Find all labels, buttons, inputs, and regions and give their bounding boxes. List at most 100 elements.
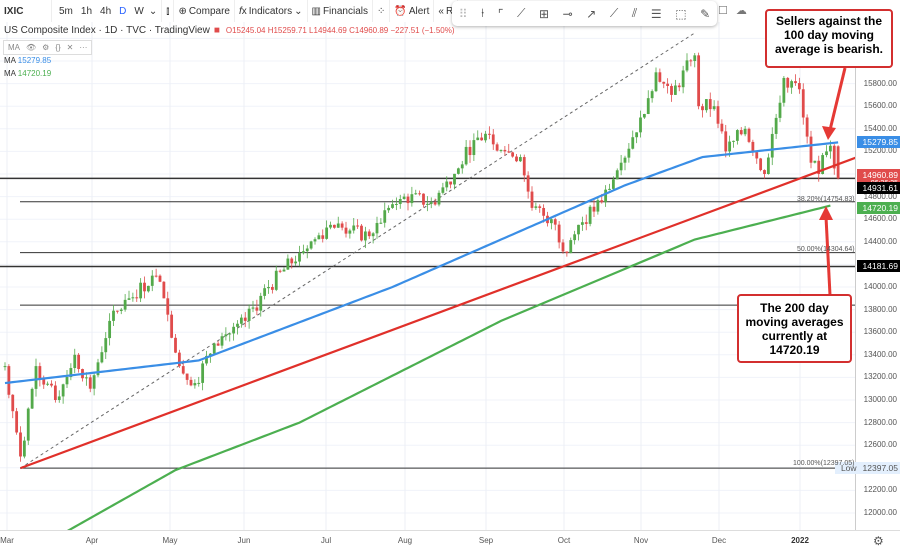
candle-down: [747, 128, 751, 142]
candle-up: [623, 157, 627, 163]
indicators-button[interactable]: fx Indicators ⌄: [235, 0, 308, 22]
callout-icon[interactable]: ⌜: [498, 7, 504, 21]
candle-up: [65, 377, 69, 385]
vertical-line-icon[interactable]: ⍿: [481, 6, 484, 21]
candle-up: [259, 295, 263, 311]
arrow-to-ma100: [828, 67, 847, 131]
candle-type-icon[interactable]: ⫾: [162, 0, 175, 22]
candle-up: [646, 98, 650, 114]
candle-up: [460, 164, 464, 169]
tf-1h[interactable]: 1h: [78, 6, 95, 17]
ohlc-values: O15245.04 H15259.71 L14944.69 C14960.89 …: [225, 26, 455, 35]
last-price: 14960.89: [862, 170, 898, 181]
symbol-search[interactable]: IXIC: [0, 0, 52, 22]
candle-down: [515, 156, 518, 162]
compare-button[interactable]: ⊕ Compare: [174, 0, 235, 22]
ray-icon[interactable]: ⟋: [610, 6, 618, 21]
candle-up: [464, 146, 468, 165]
low-value: 12397.05: [862, 463, 898, 474]
candle-down: [158, 275, 162, 282]
financials-button[interactable]: ▥ Financials: [308, 0, 373, 22]
candle-up: [608, 188, 611, 190]
layouts-icon[interactable]: ⁘: [373, 0, 391, 22]
candle-down: [143, 282, 146, 292]
settings-gear-icon[interactable]: ⚙: [873, 534, 884, 548]
candle-down: [592, 206, 596, 212]
indicators-label: Indicators: [248, 5, 293, 17]
source-code-icon[interactable]: {}: [55, 43, 60, 52]
candle-down: [181, 366, 185, 374]
tf-5m[interactable]: 5m: [56, 6, 76, 17]
candle-up: [263, 288, 267, 296]
eye-icon[interactable]: 👁: [26, 43, 36, 52]
candle-down: [166, 298, 170, 315]
fib-retracement-icon[interactable]: ☰: [651, 7, 662, 21]
extra-tools: ☐ ☁: [718, 4, 747, 17]
trend-line-icon[interactable]: ⟋: [517, 6, 525, 21]
candle-up: [619, 162, 623, 171]
fib-diagonal-line: [20, 32, 696, 469]
candle-up: [379, 222, 383, 224]
ma200-legend[interactable]: MA 14720.19: [4, 69, 51, 78]
candle-up: [150, 275, 154, 286]
horizontal-ray-icon[interactable]: ⊸: [563, 7, 573, 21]
candle-up: [84, 377, 88, 379]
alarm-icon: ⏰: [394, 5, 407, 17]
candle-up: [484, 133, 487, 141]
candle-up: [681, 70, 685, 88]
candle-down: [340, 223, 344, 228]
candle-down: [344, 227, 348, 234]
square-icon[interactable]: ☐: [718, 4, 728, 17]
price-tick-label: 13800.00: [863, 304, 897, 314]
candle-up: [642, 113, 646, 118]
ma100-legend[interactable]: MA 15279.85: [4, 56, 51, 65]
grid-icon[interactable]: ⊞: [539, 7, 549, 21]
candle-up: [239, 317, 243, 324]
candle-down: [50, 383, 53, 386]
arrow-icon[interactable]: ↗: [586, 7, 596, 21]
candle-up: [232, 326, 236, 334]
drag-handle-icon[interactable]: ⠿: [459, 7, 468, 21]
more-icon[interactable]: ···: [79, 43, 87, 52]
financials-label: Financials: [322, 5, 368, 17]
candle-up: [631, 137, 635, 149]
settings-icon[interactable]: ⚙: [42, 43, 49, 52]
candle-up: [325, 227, 329, 239]
candle-up: [104, 338, 108, 353]
close-icon[interactable]: ✕: [67, 43, 74, 52]
cloud-icon[interactable]: ☁: [736, 4, 747, 17]
candle-down: [720, 123, 724, 132]
candle-up: [596, 200, 600, 212]
alert-label: Alert: [408, 5, 430, 17]
candle-down: [162, 281, 166, 299]
tf-4h[interactable]: 4h: [97, 6, 114, 17]
candle-up: [441, 187, 445, 193]
time-axis[interactable]: [0, 530, 900, 552]
candle-down: [15, 411, 19, 433]
tf-d[interactable]: D: [116, 6, 129, 17]
fib-50-label: 50.00%(14304.64): [797, 246, 855, 253]
candle-up: [22, 440, 26, 457]
candle-up: [569, 240, 573, 254]
parallel-channel-icon[interactable]: ⫽: [632, 6, 637, 21]
rectangle-icon[interactable]: ⬚: [675, 7, 686, 21]
candle-down: [356, 225, 360, 227]
price-chart[interactable]: [0, 22, 855, 530]
candle-up: [336, 223, 340, 228]
alert-button[interactable]: ⏰ Alert: [390, 0, 435, 22]
candle-up: [197, 382, 201, 384]
candle-down: [542, 207, 546, 216]
candle-down: [658, 72, 662, 82]
time-tick-label: Jun: [237, 536, 251, 545]
candle-up: [391, 204, 394, 208]
brush-icon[interactable]: ✎: [700, 7, 710, 21]
price-axis[interactable]: 12000.0012200.0012400.0012600.0012800.00…: [855, 22, 900, 530]
chevron-down-icon[interactable]: ⌄: [149, 6, 157, 17]
candle-up: [247, 308, 251, 321]
candle-down: [600, 200, 604, 203]
chart-legend: US Composite Index · 1D · TVC · TradingV…: [4, 25, 455, 36]
candle-up: [100, 352, 104, 363]
tf-w[interactable]: W: [131, 6, 146, 17]
candle-down: [805, 117, 809, 137]
candle-up: [371, 233, 375, 237]
